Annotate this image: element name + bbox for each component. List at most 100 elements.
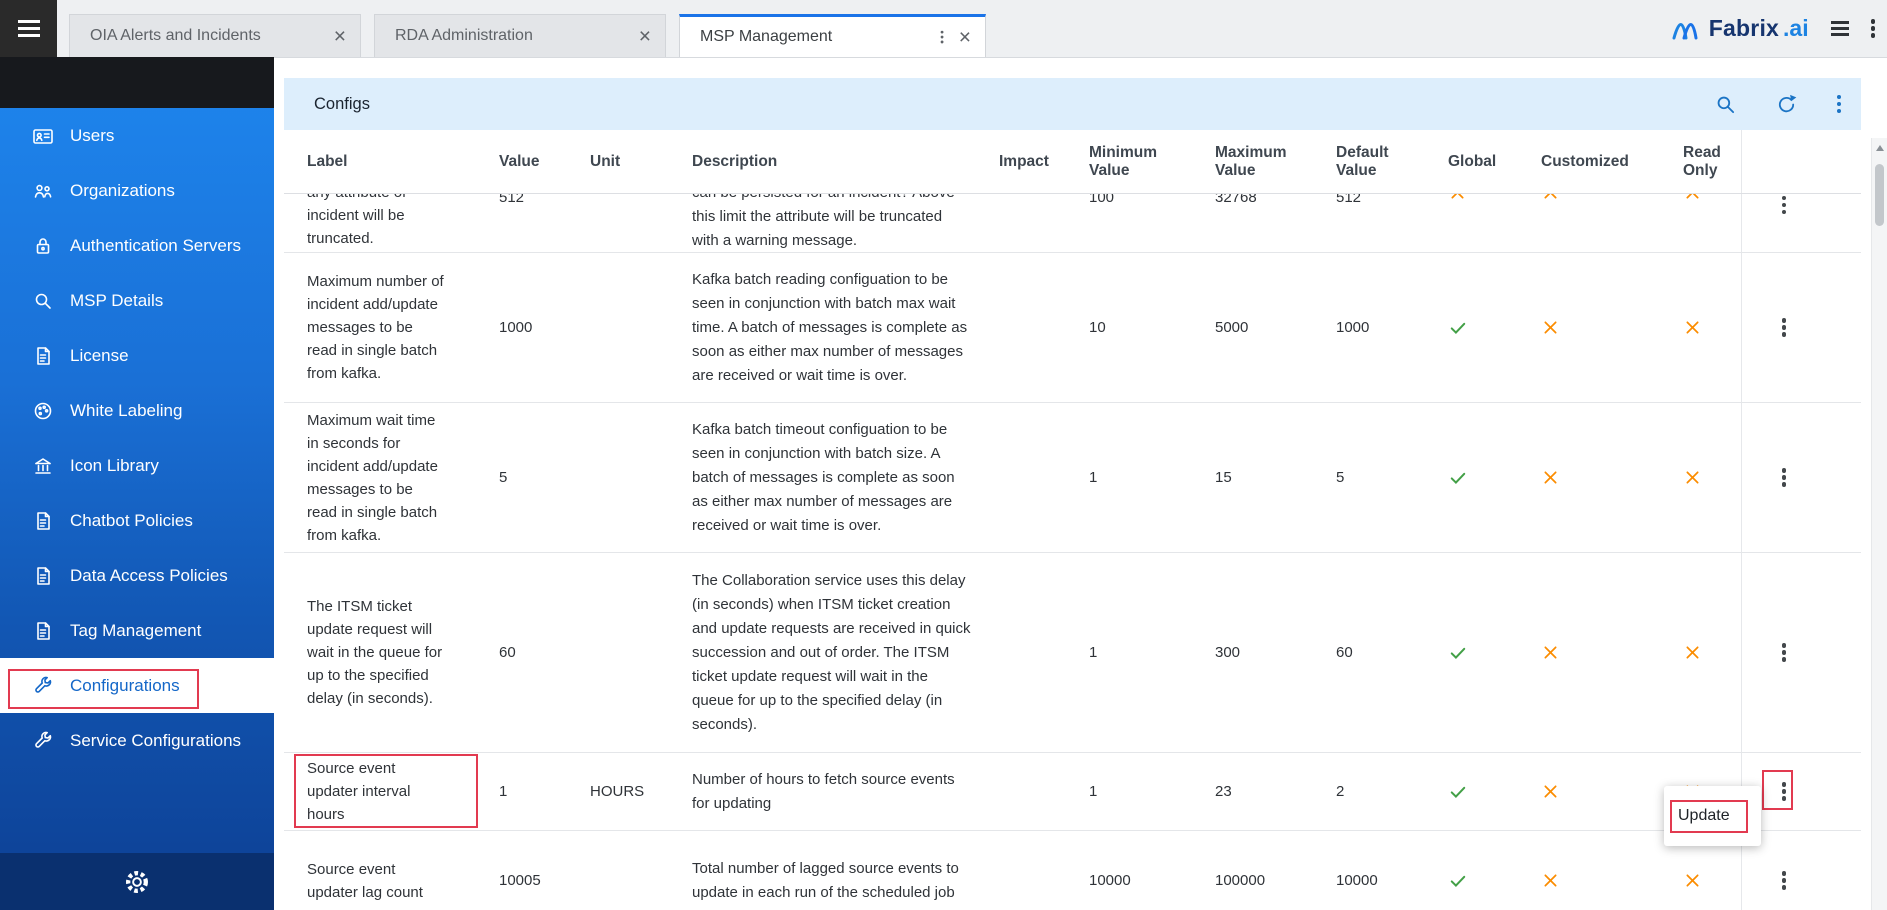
sidebar-item-users[interactable]: Users — [0, 108, 274, 163]
tab-label: RDA Administration — [395, 27, 629, 45]
row-actions-kebab-icon[interactable] — [1772, 316, 1796, 340]
table-header-row: LabelValueUnitDescriptionImpactMinimum V… — [284, 130, 1861, 194]
document-icon — [32, 345, 54, 367]
sidebar-item-configurations[interactable]: Configurations — [0, 658, 274, 713]
cross-icon — [1541, 782, 1560, 801]
row-actions-kebab-icon[interactable] — [1772, 193, 1796, 217]
cell-minimum-value: 1 — [1089, 403, 1215, 552]
cell-label: The ITSM ticket update request will wait… — [284, 553, 499, 752]
cross-icon — [1683, 871, 1702, 890]
cell-unit — [590, 831, 692, 910]
app-screen: OIA Alerts and Incidents RDA Administrat… — [0, 0, 1887, 910]
table-row: Maximum number of incident add/update me… — [284, 253, 1861, 403]
sidebar-item-chatbot-policies[interactable]: Chatbot Policies — [0, 493, 274, 548]
sidebar-item-label: Service Configurations — [70, 731, 241, 751]
settings-gear-icon[interactable] — [123, 868, 151, 896]
cross-icon — [1541, 643, 1560, 662]
cell-unit — [590, 253, 692, 402]
cell-read-only — [1679, 403, 1741, 552]
cell-description: Number of hours to fetch source events f… — [692, 753, 999, 830]
cell-label: Maximum wait time in seconds for inciden… — [284, 403, 499, 552]
menu-item-update[interactable]: Update — [1664, 807, 1730, 825]
sidebar-item-service-configurations[interactable]: Service Configurations — [0, 713, 274, 768]
lock-icon — [32, 235, 54, 257]
sidebar-item-label: Users — [70, 126, 114, 146]
tab-close-icon[interactable] — [959, 27, 971, 48]
scroll-up-arrow-icon[interactable] — [1876, 145, 1884, 151]
sidebar-item-organizations[interactable]: Organizations — [0, 163, 274, 218]
row-actions-kebab-icon[interactable] — [1772, 641, 1796, 665]
tab-close-icon[interactable] — [639, 26, 651, 47]
sidebar-item-msp-details[interactable]: MSP Details — [0, 273, 274, 328]
row-actions-kebab-icon[interactable] — [1772, 869, 1796, 893]
cell-global — [1444, 403, 1537, 552]
document-icon — [32, 510, 54, 532]
cell-maximum-value: 23 — [1215, 753, 1336, 830]
cell-impact — [999, 753, 1089, 830]
fabrix-logo: Fabrix.ai — [1671, 15, 1809, 42]
table-body: any attribute of incident will be trunca… — [284, 193, 1861, 910]
logo-wave-icon — [1671, 16, 1705, 42]
table-row: Source event updater lag count 10005 Tot… — [284, 831, 1861, 910]
sidebar-item-license[interactable]: License — [0, 328, 274, 383]
cell-customized — [1537, 831, 1679, 910]
cell-minimum-value: 1 — [1089, 553, 1215, 752]
wrench-icon — [32, 730, 54, 752]
header-label: Label — [284, 130, 499, 193]
browser-tab[interactable]: RDA Administration — [374, 14, 666, 57]
hamburger-menu-button[interactable] — [0, 0, 57, 57]
cell-default-value: 5 — [1336, 403, 1444, 552]
table-row: The ITSM ticket update request will wait… — [284, 553, 1861, 753]
row-actions-kebab-icon[interactable] — [1772, 466, 1796, 490]
cell-maximum-value: 300 — [1215, 553, 1336, 752]
topbar-kebab-menu-icon[interactable] — [1871, 26, 1875, 30]
cell-minimum-value: 10000 — [1089, 831, 1215, 910]
cell-actions — [1741, 253, 1861, 402]
table-row: Maximum wait time in seconds for inciden… — [284, 403, 1861, 553]
sidebar-item-authentication-servers[interactable]: Authentication Servers — [0, 218, 274, 273]
cell-unit — [590, 403, 692, 552]
cross-icon — [1448, 193, 1467, 202]
cell-read-only — [1679, 253, 1741, 402]
sidebar-item-white-labeling[interactable]: White Labeling — [0, 383, 274, 438]
list-menu-icon[interactable] — [1831, 27, 1849, 29]
cell-impact — [999, 403, 1089, 552]
cross-icon — [1541, 871, 1560, 890]
configs-panel: Configs LabelValueUnitDescriptionImpactM… — [284, 78, 1861, 910]
cell-maximum-value: 100000 — [1215, 831, 1336, 910]
table-row: any attribute of incident will be trunca… — [284, 193, 1861, 253]
logo-suffix-text: .ai — [1783, 15, 1809, 42]
table-row: Source event updater interval hours 1 HO… — [284, 753, 1861, 831]
cell-maximum-value: 15 — [1215, 403, 1336, 552]
sidebar-item-tag-management[interactable]: Tag Management — [0, 603, 274, 658]
logo-brand-text: Fabrix — [1709, 15, 1779, 42]
sidebar-item-data-access-policies[interactable]: Data Access Policies — [0, 548, 274, 603]
tab-strip: OIA Alerts and Incidents RDA Administrat… — [69, 13, 986, 57]
cell-default-value: 1000 — [1336, 253, 1444, 402]
header-impact: Impact — [999, 130, 1089, 193]
vertical-scrollbar[interactable] — [1871, 138, 1887, 910]
kebab-menu-icon[interactable] — [1837, 102, 1841, 106]
id-card-icon — [32, 125, 54, 147]
browser-tab[interactable]: MSP Management — [679, 14, 986, 57]
cell-label: any attribute of incident will be trunca… — [284, 193, 499, 252]
row-actions-kebab-icon[interactable] — [1772, 780, 1796, 804]
cell-minimum-value: 1 — [1089, 753, 1215, 830]
refresh-icon[interactable] — [1776, 94, 1797, 115]
tab-close-icon[interactable] — [334, 26, 346, 47]
browser-tab[interactable]: OIA Alerts and Incidents — [69, 14, 361, 57]
cell-customized — [1537, 553, 1679, 752]
sidebar-item-label: Authentication Servers — [70, 236, 241, 256]
topbar-right-cluster: Fabrix.ai — [1671, 0, 1875, 57]
sidebar-item-icon-library[interactable]: Icon Library — [0, 438, 274, 493]
sidebar-footer — [0, 853, 274, 910]
scrollbar-thumb[interactable] — [1875, 164, 1884, 226]
sidebar-item-label: License — [70, 346, 129, 366]
cell-unit — [590, 193, 692, 252]
top-bar: OIA Alerts and Incidents RDA Administrat… — [0, 0, 1887, 58]
search-icon[interactable] — [1715, 94, 1736, 115]
palette-icon — [32, 400, 54, 422]
cell-global — [1444, 253, 1537, 402]
cell-impact — [999, 253, 1089, 402]
tab-kebab-menu-icon[interactable] — [940, 35, 944, 39]
